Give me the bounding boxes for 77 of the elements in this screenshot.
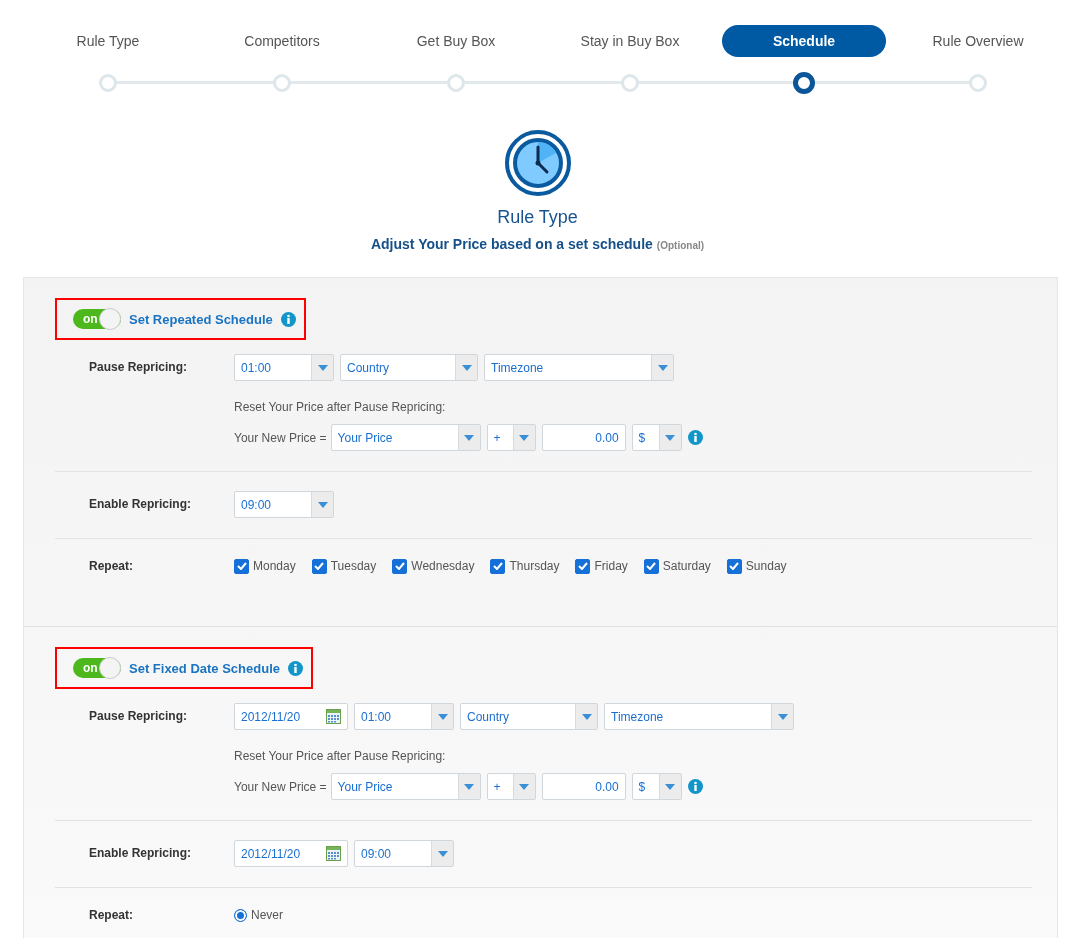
checkbox[interactable]: [726, 558, 742, 574]
caret-icon: [437, 850, 448, 857]
step-tab[interactable]: Schedule: [722, 25, 886, 57]
calendar-icon[interactable]: [326, 709, 341, 724]
checkbox[interactable]: [311, 558, 327, 574]
row-label: Enable Repricing:: [89, 496, 193, 513]
clock-icon: [503, 129, 572, 197]
row-label: Enable Repricing:: [89, 845, 193, 862]
caret-icon: [464, 434, 475, 441]
caret-icon: [464, 783, 475, 790]
checkbox[interactable]: [234, 558, 249, 574]
day-label: Sunday: [745, 559, 787, 573]
step-tab[interactable]: Rule Overview: [922, 25, 1034, 57]
country-select[interactable]: Country: [460, 703, 598, 730]
time-select[interactable]: 01:00: [354, 703, 454, 730]
caret-icon: [317, 364, 328, 371]
caret-icon: [777, 713, 788, 720]
day-label: Friday: [594, 559, 628, 573]
time-select[interactable]: 09:00: [354, 840, 454, 867]
caret-icon: [519, 783, 530, 790]
step-dot[interactable]: [793, 72, 815, 94]
step-tab[interactable]: Competitors: [234, 25, 330, 57]
row-label: Repeat:: [89, 558, 134, 574]
country-select[interactable]: Country: [340, 354, 478, 381]
amount-field[interactable]: 0.00: [541, 773, 626, 800]
checkbox[interactable]: [490, 558, 506, 574]
time-select[interactable]: 01:00: [234, 354, 334, 381]
step-tab[interactable]: Get Buy Box: [406, 25, 506, 57]
price-formula-label: Your New Price =: [234, 779, 327, 794]
caret-icon: [581, 713, 592, 720]
operator-select[interactable]: +: [486, 773, 536, 800]
day-label: Thursday: [509, 559, 560, 573]
calendar-icon[interactable]: [326, 846, 341, 861]
day-label: Wednesday: [411, 559, 475, 573]
section-title: Set Repeated Schedule: [129, 311, 273, 327]
date-field[interactable]: 2012/11/20: [234, 840, 348, 867]
caret-icon: [519, 434, 530, 441]
date-field[interactable]: 2012/11/20: [234, 703, 348, 730]
section-title: Set Fixed Date Schedule: [129, 660, 280, 676]
price-base-select[interactable]: Your Price: [330, 424, 481, 451]
day-label: Tuesday: [330, 559, 377, 573]
page-title: Rule Type: [497, 207, 578, 228]
timezone-select[interactable]: Timezone: [484, 354, 674, 381]
step-tab[interactable]: Stay in Buy Box: [570, 25, 690, 57]
caret-icon: [665, 783, 676, 790]
reset-label: Reset Your Price after Pause Repricing:: [234, 749, 447, 763]
info-icon[interactable]: [687, 430, 703, 445]
radio-button[interactable]: [234, 908, 247, 922]
row-label: Pause Repricing:: [89, 708, 189, 725]
currency-select[interactable]: $: [631, 773, 682, 800]
step-tab[interactable]: Rule Type: [66, 25, 150, 57]
operator-select[interactable]: +: [486, 424, 536, 451]
day-label: Saturday: [662, 559, 711, 573]
price-formula-label: Your New Price =: [234, 430, 327, 445]
caret-icon: [317, 501, 328, 508]
caret-icon: [665, 434, 676, 441]
row-label: Pause Repricing:: [89, 359, 189, 376]
caret-icon: [461, 364, 472, 371]
optional-note: (Optional): [656, 240, 705, 251]
currency-select[interactable]: $: [631, 424, 682, 451]
row-label: Repeat:: [89, 907, 134, 923]
amount-field[interactable]: 0.00: [541, 424, 626, 451]
timezone-select[interactable]: Timezone: [604, 703, 794, 730]
day-label: Monday: [253, 559, 296, 573]
info-icon[interactable]: [687, 779, 703, 794]
radio-label: Never: [251, 908, 283, 922]
time-select[interactable]: 09:00: [234, 491, 334, 518]
caret-icon: [657, 364, 668, 371]
reset-label: Reset Your Price after Pause Repricing:: [234, 400, 447, 414]
info-icon[interactable]: [280, 311, 296, 327]
info-icon[interactable]: [288, 660, 303, 676]
checkbox[interactable]: [392, 558, 408, 574]
caret-icon: [437, 713, 448, 720]
checkbox[interactable]: [643, 558, 659, 574]
price-base-select[interactable]: Your Price: [330, 773, 481, 800]
checkbox[interactable]: [575, 558, 591, 574]
page-subtitle: Adjust Your Price based on a set schedule: [370, 236, 653, 252]
